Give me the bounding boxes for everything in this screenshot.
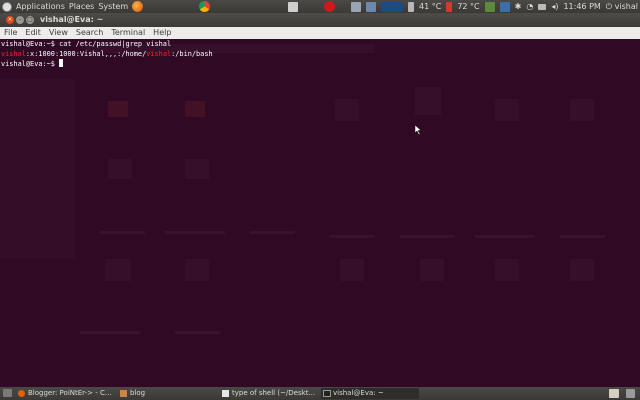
- text-editor-icon: [222, 390, 229, 397]
- ghost-label: [175, 331, 220, 334]
- ghost-label: [400, 235, 455, 238]
- bluetooth-icon[interactable]: ✱: [515, 0, 522, 13]
- ghost-icon: [570, 259, 594, 281]
- ghost-icon: [108, 159, 132, 179]
- show-desktop-icon[interactable]: [3, 389, 12, 397]
- terminal-line-1: vishal@Eva:~$ cat /etc/passwd|grep visha…: [1, 40, 172, 48]
- ghost-icon: [108, 101, 128, 117]
- ghost-icon: [335, 99, 359, 121]
- terminal-menubar: File Edit View Search Terminal Help: [0, 27, 640, 39]
- ghost-icon: [495, 99, 519, 121]
- ghost-icon: [495, 259, 519, 281]
- mail-icon[interactable]: [538, 3, 547, 10]
- applications-menu[interactable]: Applications: [16, 0, 65, 13]
- ghost-icon: [105, 259, 131, 281]
- volume-icon[interactable]: ◂): [551, 0, 558, 13]
- ghost-label: [250, 231, 295, 234]
- cpu-temp2-icon: [446, 1, 453, 12]
- ghost-label: [100, 231, 145, 234]
- temperature-2: 72 °C: [457, 2, 480, 11]
- taskbar-label: blog: [130, 389, 146, 397]
- places-menu[interactable]: Places: [69, 0, 94, 13]
- grep-match: vishal: [146, 50, 172, 58]
- terminal-output: vishal@Eva:~$ cat /etc/passwd|grep visha…: [1, 39, 213, 69]
- ghost-label: [475, 235, 535, 238]
- chrome-icon[interactable]: [199, 1, 211, 12]
- monitor-icon[interactable]: [351, 1, 362, 12]
- ubuntu-logo-icon[interactable]: [2, 1, 12, 12]
- mouse-pointer-icon: [415, 125, 422, 135]
- ghost-icon: [185, 259, 209, 281]
- firefox-icon: [18, 390, 25, 397]
- terminal-icon: [323, 390, 331, 397]
- window-titlebar[interactable]: × – □ vishal@Eva: ~: [0, 13, 640, 27]
- ghost-icon: [185, 101, 205, 117]
- system-menu[interactable]: System: [98, 0, 128, 13]
- terminal-prompt: vishal@Eva:~$: [1, 60, 60, 68]
- taskbar-item-editor[interactable]: type of shell (~/Deskt...: [220, 388, 318, 399]
- folder-icon: [120, 390, 127, 397]
- user-name: vishal: [614, 2, 638, 11]
- weather-icon[interactable]: [366, 1, 377, 12]
- ghost-icon: [340, 259, 364, 281]
- menu-terminal[interactable]: Terminal: [107, 27, 149, 39]
- ghost-label: [330, 235, 375, 238]
- taskbar-label: type of shell (~/Deskt...: [232, 389, 316, 397]
- ghost-icon: [420, 259, 444, 281]
- taskbar-label: Blogger: PoiNtEr-> - C...: [28, 389, 112, 397]
- wifi-icon[interactable]: ◔: [526, 0, 533, 13]
- cpu-temp-icon: [408, 1, 415, 12]
- menu-edit[interactable]: Edit: [21, 27, 45, 39]
- grep-match: vishal: [1, 50, 26, 58]
- temperature-1: 41 °C: [419, 2, 442, 11]
- taskbar-item-terminal[interactable]: vishal@Eva: ~: [321, 388, 419, 399]
- network-tray-icon[interactable]: [499, 1, 510, 12]
- menu-search[interactable]: Search: [72, 27, 107, 39]
- update-icon[interactable]: [484, 1, 495, 12]
- terminal-area[interactable]: vishal@Eva:~$ cat /etc/passwd|grep visha…: [0, 39, 640, 387]
- firefox-icon[interactable]: [132, 1, 144, 12]
- menu-help[interactable]: Help: [149, 27, 175, 39]
- ghost-icon: [185, 159, 209, 179]
- ghost-icon: [570, 99, 594, 121]
- taskbar-label: vishal@Eva: ~: [333, 389, 384, 397]
- trash-icon[interactable]: [626, 389, 635, 398]
- opera-icon[interactable]: [324, 1, 336, 12]
- ghost-label: [80, 331, 140, 334]
- menu-view[interactable]: View: [45, 27, 72, 39]
- ghost-label: [560, 235, 605, 238]
- clock[interactable]: 11:46 PM: [563, 0, 600, 13]
- workspace-switcher[interactable]: [609, 389, 619, 398]
- ghost-sidebar: [0, 79, 75, 259]
- system-load-icon[interactable]: [381, 1, 404, 12]
- taskbar-item-folder[interactable]: blog: [118, 388, 214, 399]
- ghost-icon: [415, 87, 441, 115]
- document-icon[interactable]: [288, 1, 299, 12]
- menu-file[interactable]: File: [0, 27, 21, 39]
- taskbar-item-firefox[interactable]: Blogger: PoiNtEr-> - C...: [16, 388, 114, 399]
- bottom-panel: Blogger: PoiNtEr-> - C... blog type of s…: [0, 387, 640, 400]
- top-panel: Applications Places System 41 °C 72 °C ✱…: [0, 0, 640, 13]
- minimize-icon[interactable]: –: [16, 16, 24, 24]
- close-icon[interactable]: ×: [6, 16, 14, 24]
- terminal-line-2: vishal:x:1000:1000:Vishal,,,:/home/visha…: [1, 50, 213, 58]
- window-title: vishal@Eva: ~: [40, 15, 104, 24]
- ghost-label: [165, 231, 225, 234]
- terminal-cursor: [59, 59, 64, 67]
- user-menu[interactable]: ⏻ vishal: [606, 0, 638, 13]
- maximize-icon[interactable]: □: [26, 16, 34, 24]
